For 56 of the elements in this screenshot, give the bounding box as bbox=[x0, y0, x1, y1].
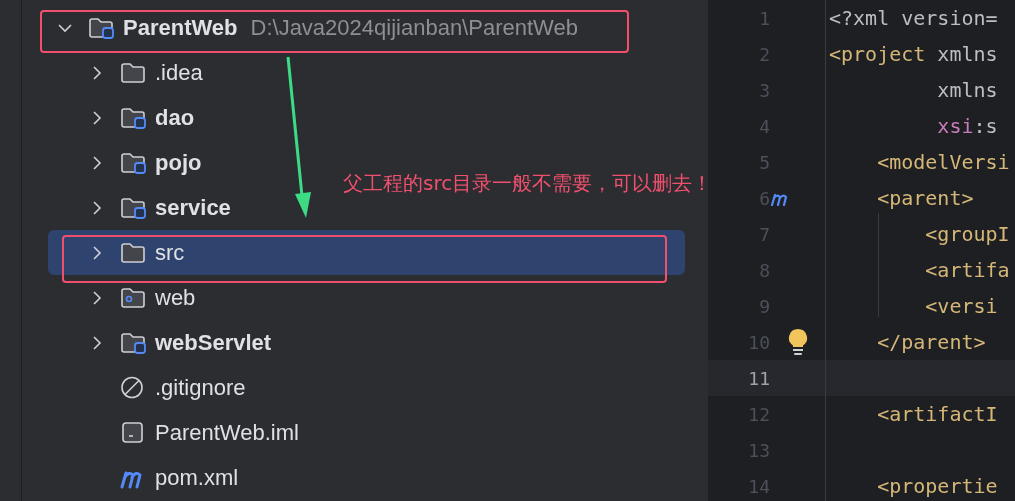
code-token: xmlns bbox=[936, 78, 998, 102]
code-token: <parent> bbox=[876, 186, 974, 210]
module-folder-icon bbox=[120, 151, 147, 174]
code-token: <versi bbox=[924, 294, 998, 318]
chevron-right-icon[interactable] bbox=[92, 155, 102, 170]
line-number: 11 bbox=[748, 367, 770, 389]
module-folder-icon bbox=[120, 106, 147, 129]
code-token: <project bbox=[829, 42, 926, 66]
chevron-down-icon[interactable] bbox=[58, 22, 72, 33]
folder-icon bbox=[120, 241, 147, 264]
item-name: ParentWeb.iml bbox=[155, 419, 299, 446]
module-folder-icon bbox=[120, 196, 147, 219]
tree-row[interactable]: .gitignore bbox=[48, 365, 246, 410]
item-name: src bbox=[155, 239, 185, 266]
code-token: <propertie bbox=[876, 474, 998, 498]
tree-row[interactable]: dao bbox=[48, 95, 195, 140]
web-folder-icon bbox=[120, 286, 147, 309]
chevron-right-icon[interactable] bbox=[92, 65, 102, 80]
code-token: <groupI bbox=[924, 222, 1010, 246]
code-token: <artifactI bbox=[876, 402, 998, 426]
item-name: web bbox=[155, 284, 196, 311]
item-name: dao bbox=[155, 104, 195, 131]
folder-icon bbox=[120, 61, 147, 84]
code-token: :s bbox=[973, 114, 998, 138]
module-folder-icon bbox=[88, 16, 115, 39]
code-token: </parent> bbox=[876, 330, 986, 354]
project-path: D:\Java2024qijianban\ParentWeb bbox=[250, 14, 578, 41]
chevron-right-icon[interactable] bbox=[92, 245, 102, 260]
code-token: <?xml version= bbox=[829, 6, 998, 30]
chevron-right-icon[interactable] bbox=[92, 110, 102, 125]
tree-row[interactable]: service bbox=[48, 185, 231, 230]
chevron-right-icon[interactable] bbox=[92, 335, 102, 350]
item-name: pojo bbox=[155, 149, 202, 176]
item-name: ParentWeb bbox=[123, 14, 238, 41]
tree-row[interactable]: pojo bbox=[48, 140, 202, 185]
code-token: xmlns bbox=[936, 42, 998, 66]
chevron-right-icon[interactable] bbox=[92, 200, 102, 215]
item-name: .idea bbox=[155, 59, 203, 86]
code-token: <modelVersi bbox=[876, 150, 1010, 174]
item-name: service bbox=[155, 194, 231, 221]
tree-row[interactable]: webServlet bbox=[48, 320, 272, 365]
tree-row[interactable]: pom.xml bbox=[48, 455, 239, 500]
tree-row[interactable]: src bbox=[48, 230, 685, 275]
module-folder-icon bbox=[120, 331, 147, 354]
item-name: webServlet bbox=[155, 329, 272, 356]
code-token: xsi bbox=[936, 114, 974, 138]
chevron-right-icon[interactable] bbox=[92, 290, 102, 305]
tree-row[interactable]: ParentWeb D:\Java2024qijianban\ParentWeb bbox=[48, 5, 578, 50]
tree-row[interactable]: .idea bbox=[48, 50, 203, 95]
tree-row[interactable]: web bbox=[48, 275, 196, 320]
item-name: pom.xml bbox=[155, 464, 239, 491]
code-token: <artifa bbox=[924, 258, 1010, 282]
item-name: .gitignore bbox=[155, 374, 246, 401]
annotation-text: 父工程的src目录一般不需要，可以删去！ bbox=[343, 171, 713, 195]
tree-row[interactable]: ParentWeb.iml bbox=[48, 410, 299, 455]
lightbulb-icon[interactable] bbox=[787, 328, 808, 356]
